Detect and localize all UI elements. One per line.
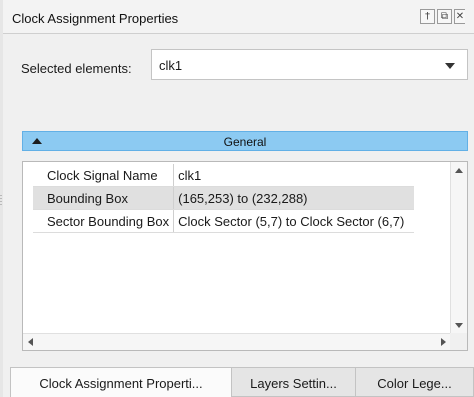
- scroll-right-icon[interactable]: [441, 338, 446, 346]
- tab-label: Layers Settin...: [250, 376, 337, 391]
- chevron-down-icon: [445, 63, 455, 69]
- property-row[interactable]: Sector Bounding Box Clock Sector (5,7) t…: [33, 209, 415, 233]
- property-name: Sector Bounding Box: [33, 209, 175, 233]
- panel-title: Clock Assignment Properties: [12, 11, 179, 26]
- tab-clock-assignment-properties[interactable]: Clock Assignment Properti...: [10, 367, 232, 397]
- property-value[interactable]: clk1: [173, 164, 415, 187]
- property-name: Clock Signal Name: [33, 164, 175, 187]
- pin-icon[interactable]: †: [420, 9, 435, 24]
- selected-elements-value: clk1: [159, 58, 183, 73]
- tab-label: Color Lege...: [377, 376, 452, 391]
- selected-elements-label: Selected elements:: [21, 61, 132, 76]
- tab-layers-settings[interactable]: Layers Settin...: [231, 367, 356, 397]
- close-icon[interactable]: ✕: [454, 9, 465, 24]
- general-group-header[interactable]: General: [22, 131, 468, 151]
- splitter-grip: [0, 195, 2, 207]
- property-name: Bounding Box: [33, 186, 175, 210]
- float-icon[interactable]: ⧉: [437, 9, 452, 24]
- tab-label: Clock Assignment Properti...: [39, 376, 203, 391]
- selected-elements-dropdown[interactable]: clk1: [151, 49, 468, 80]
- scroll-left-icon[interactable]: [28, 338, 33, 346]
- scroll-up-icon[interactable]: [455, 168, 463, 173]
- scroll-down-icon[interactable]: [455, 323, 463, 328]
- property-row[interactable]: Clock Signal Name clk1: [33, 164, 415, 187]
- panel-titlebar: Clock Assignment Properties † ⧉ ✕: [3, 0, 474, 34]
- property-value[interactable]: (165,253) to (232,288): [173, 186, 415, 210]
- scrollbar-corner: [450, 333, 467, 350]
- property-grid: Clock Signal Name clk1 Bounding Box (165…: [22, 161, 468, 351]
- property-value[interactable]: Clock Sector (5,7) to Clock Sector (6,7): [173, 209, 415, 233]
- vertical-scrollbar[interactable]: [450, 162, 467, 334]
- dock-splitter[interactable]: [0, 0, 3, 397]
- tab-color-legend[interactable]: Color Lege...: [355, 367, 474, 397]
- property-row[interactable]: Bounding Box (165,253) to (232,288): [33, 186, 415, 210]
- group-label: General: [223, 135, 267, 149]
- horizontal-scrollbar[interactable]: [23, 333, 452, 350]
- bottom-tab-bar: Clock Assignment Properti... Layers Sett…: [0, 367, 474, 397]
- property-table: Clock Signal Name clk1 Bounding Box (165…: [33, 164, 415, 233]
